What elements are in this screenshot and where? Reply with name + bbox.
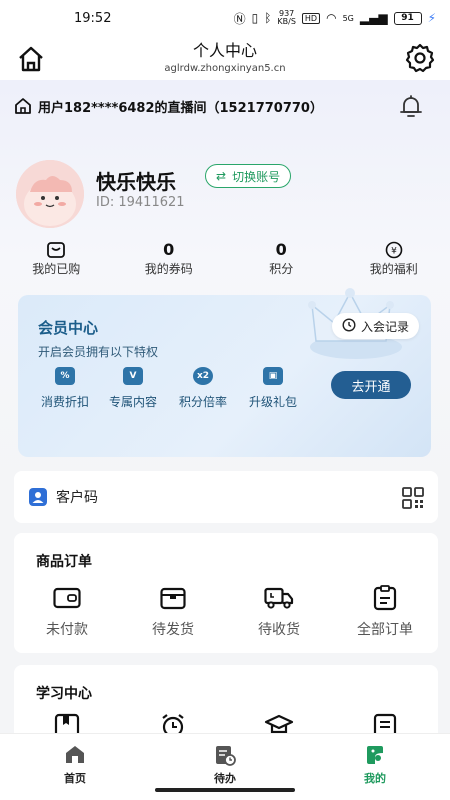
todo-tab-icon: [150, 744, 300, 766]
bag-icon: [0, 240, 113, 260]
perk-exclusive[interactable]: V 专属内容: [102, 367, 164, 410]
wifi-icon: ◠: [326, 11, 337, 25]
battery-level: 91: [401, 13, 414, 23]
stat-label: 我的福利: [369, 262, 418, 276]
stat-value: 0: [163, 240, 175, 259]
mine-tab-icon: [300, 744, 450, 766]
status-bar: 19:52 Ⓝ ▯ ᛒ 937 KB/S HD ◠ 5G ▂▄▆ 91 ⚡: [0, 0, 450, 36]
switch-account-button[interactable]: ⇄ 切换账号: [205, 164, 292, 188]
vibrate-icon: ▯: [251, 11, 259, 25]
qr-code-icon[interactable]: [402, 487, 424, 509]
customer-code-card[interactable]: 客户码: [14, 471, 438, 523]
title-block: 个人中心 aglrdw.zhongxinyan5.cn: [164, 42, 285, 74]
charging-icon: ⚡: [427, 11, 436, 25]
perk-label: 升级礼包: [248, 395, 297, 409]
tab-label: 首页: [64, 772, 86, 785]
stat-coupons[interactable]: 0 我的券码: [113, 240, 226, 284]
order-items: 未付款 待发货 待收货 全部订单: [14, 585, 438, 639]
member-card[interactable]: 会员中心 开启会员拥有以下特权 入会记录 % 消费折扣 V 专属内容 x2 积分…: [18, 288, 431, 457]
gift-icon: ▣: [263, 367, 283, 385]
perks-row: % 消费折扣 V 专属内容 x2 积分倍率 ▣ 升级礼包: [34, 367, 304, 410]
stat-label: 积分: [269, 262, 294, 276]
customer-icon: [29, 488, 47, 506]
vip-icon: V: [123, 367, 143, 385]
avatar[interactable]: [16, 160, 84, 228]
box-icon: [120, 585, 226, 611]
open-membership-button[interactable]: 去开通: [331, 371, 411, 399]
discount-icon: %: [55, 367, 75, 385]
order-all[interactable]: 全部订单: [332, 585, 438, 639]
clipboard-icon: [332, 585, 438, 611]
order-label: 待收货: [258, 622, 300, 638]
home-small-icon: [15, 98, 31, 114]
join-record-label: 入会记录: [360, 319, 409, 334]
yen-icon: ¥: [338, 240, 450, 260]
join-record-button[interactable]: 入会记录: [331, 313, 419, 339]
settings-icon[interactable]: [404, 42, 436, 74]
order-label: 全部订单: [357, 622, 413, 638]
swap-icon: ⇄: [216, 169, 227, 183]
order-unpaid[interactable]: 未付款: [14, 585, 120, 639]
tab-home[interactable]: 首页: [0, 734, 150, 800]
battery-icon: 91: [393, 11, 422, 25]
perk-label: 专属内容: [108, 395, 157, 409]
title-bar: 个人中心 aglrdw.zhongxinyan5.cn: [0, 36, 450, 80]
page-url: aglrdw.zhongxinyan5.cn: [164, 62, 286, 74]
live-room-row[interactable]: 用户182****6482的直播间（1521770770）: [14, 90, 436, 122]
nfc-icon: Ⓝ: [233, 11, 246, 26]
member-title: 会员中心: [38, 319, 99, 337]
wallet-icon: [14, 585, 120, 611]
username: 快乐快乐: [96, 170, 176, 194]
perk-discount[interactable]: % 消费折扣: [34, 367, 96, 410]
member-subtitle: 开启会员拥有以下特权: [38, 345, 159, 359]
switch-account-label: 切换账号: [232, 169, 281, 184]
star-icon: x2: [193, 367, 213, 385]
perk-points-rate[interactable]: x2 积分倍率: [170, 367, 236, 410]
orders-card: 商品订单 未付款 待发货 待收货 全部订单: [14, 533, 438, 653]
stat-value: 0: [275, 240, 287, 259]
tab-label: 待办: [214, 772, 236, 785]
signal-label: 5G: [342, 13, 354, 23]
stat-welfare[interactable]: ¥ 我的福利: [338, 240, 450, 284]
status-icons: Ⓝ ▯ ᛒ 937 KB/S HD ◠ 5G ▂▄▆ 91 ⚡: [234, 10, 436, 27]
stat-label: 我的已购: [32, 262, 81, 276]
signal-bars-icon: ▂▄▆: [359, 11, 388, 25]
order-label: 待发货: [152, 622, 194, 638]
bluetooth-icon: ᛒ: [264, 11, 272, 25]
stat-purchased[interactable]: 我的已购: [0, 240, 113, 284]
home-icon[interactable]: [16, 44, 46, 74]
stats-row: 我的已购 0 我的券码 0 积分 ¥ 我的福利: [0, 240, 450, 284]
perk-label: 消费折扣: [40, 395, 89, 409]
truck-icon: [226, 585, 332, 611]
orders-title: 商品订单: [36, 554, 92, 570]
status-time: 19:52: [74, 10, 112, 26]
live-room-text: 用户182****6482的直播间（1521770770）: [38, 100, 323, 116]
stat-label: 我的券码: [144, 262, 193, 276]
perk-gift[interactable]: ▣ 升级礼包: [242, 367, 304, 410]
tab-label: 我的: [364, 772, 386, 785]
bell-icon[interactable]: [398, 93, 424, 119]
home-tab-icon: [0, 744, 150, 766]
order-to-receive[interactable]: 待收货: [226, 585, 332, 639]
page-title: 个人中心: [192, 41, 257, 61]
net-speed: 937 KB/S: [277, 9, 296, 26]
stat-points[interactable]: 0 积分: [225, 240, 338, 284]
order-label: 未付款: [46, 622, 88, 638]
tab-mine[interactable]: 我的: [300, 734, 450, 800]
customer-code-label: 客户码: [56, 490, 98, 506]
avatar-image: [16, 160, 84, 228]
home-indicator: [155, 788, 295, 792]
hd-badge: HD: [301, 12, 321, 24]
svg-text:¥: ¥: [391, 247, 397, 257]
clock-icon: [342, 317, 356, 335]
study-title: 学习中心: [36, 686, 92, 702]
perk-label: 积分倍率: [178, 395, 227, 409]
order-to-ship[interactable]: 待发货: [120, 585, 226, 639]
user-id: ID: 19411621: [96, 195, 185, 210]
